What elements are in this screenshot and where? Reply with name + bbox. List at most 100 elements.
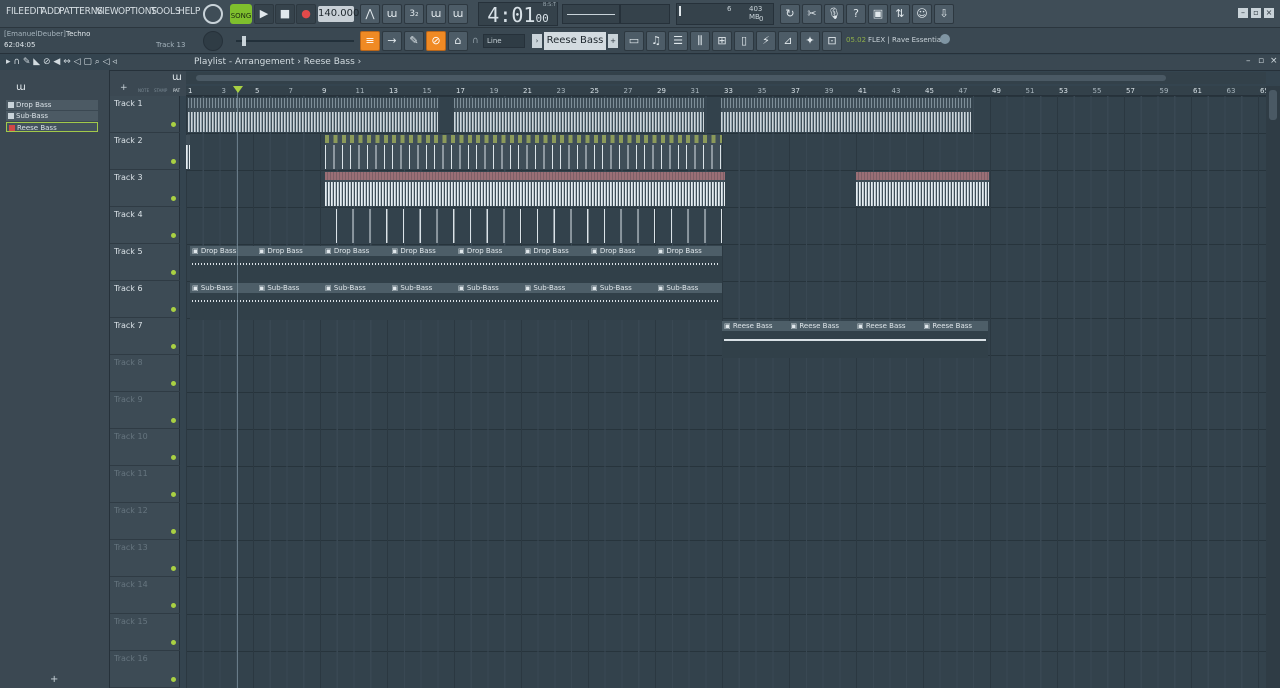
menu-tools[interactable]: TOOLS: [151, 6, 181, 17]
download-icon[interactable]: ⇩: [934, 4, 954, 24]
plugin-icon[interactable]: ⚡: [756, 31, 776, 51]
pattern-clip-drop-bass[interactable]: ▣ Drop Bass ▣ Drop Bass ▣ Drop Bass ▣ Drop …: [190, 246, 722, 283]
pattern-selector[interactable]: Reese Bass: [544, 32, 606, 50]
playlist-close-icon[interactable]: ×: [1270, 56, 1278, 66]
draw-tool-icon[interactable]: ✎: [404, 31, 424, 51]
tempo-tapper-icon[interactable]: ⊿: [778, 31, 798, 51]
piano-roll-icon[interactable]: ♫: [646, 31, 666, 51]
track-header[interactable]: Track 8: [110, 355, 180, 392]
stamp-icon[interactable]: ⌂: [448, 31, 468, 51]
minimize-icon[interactable]: –: [1238, 8, 1248, 18]
playlist-minimize-icon[interactable]: –: [1246, 56, 1251, 66]
mixer-icon[interactable]: ⫼: [690, 31, 710, 51]
track-mute-led[interactable]: [171, 566, 176, 571]
tab-pat[interactable]: PAT: [173, 88, 180, 93]
news-text[interactable]: FLEX | Rave Essentials: [868, 36, 947, 44]
song-mode-toggle[interactable]: SONG: [230, 4, 252, 24]
plugin-picker-icon[interactable]: ▯: [734, 31, 754, 51]
channel-rack-icon[interactable]: ☰: [668, 31, 688, 51]
metronome-icon[interactable]: ⋀: [360, 4, 380, 24]
tab-stamp[interactable]: STAMP: [154, 88, 167, 93]
add-track-icon[interactable]: +: [120, 83, 128, 93]
playhead[interactable]: [237, 86, 238, 688]
track-mute-led[interactable]: [171, 640, 176, 645]
save-icon[interactable]: ▣: [868, 4, 888, 24]
chat-icon[interactable]: ☺: [912, 4, 932, 24]
main-pitch-knob[interactable]: [203, 31, 223, 51]
track-mute-led[interactable]: [171, 196, 176, 201]
playlist-toolbar-icons[interactable]: ▸ ∩ ✎ ◣ ⊘ ◀ ⇔ ◁ ▢ ⌕ ◁ ◃: [6, 57, 117, 67]
track-header[interactable]: Track 9: [110, 392, 180, 429]
track-mute-led[interactable]: [171, 233, 176, 238]
play-button[interactable]: ▶: [254, 4, 274, 24]
wait-for-input-icon[interactable]: ɯ: [382, 4, 402, 24]
track-mute-led[interactable]: [171, 122, 176, 127]
picker-item-drop-bass[interactable]: Drop Bass: [6, 100, 98, 110]
track-header[interactable]: Track 5: [110, 244, 180, 281]
track-mute-led[interactable]: [171, 455, 176, 460]
track-mute-led[interactable]: [171, 159, 176, 164]
track-header[interactable]: Track 12: [110, 503, 180, 540]
menu-add[interactable]: ADD: [41, 6, 61, 17]
browser-icon[interactable]: ⊞: [712, 31, 732, 51]
horizontal-scrollbar[interactable]: [186, 72, 1266, 84]
audio-clip[interactable]: [721, 98, 971, 132]
track-header[interactable]: Track 13: [110, 540, 180, 577]
close-icon[interactable]: ×: [1264, 8, 1274, 18]
track-header[interactable]: Track 10: [110, 429, 180, 466]
playlist-window-icon[interactable]: ≡: [360, 31, 380, 51]
audio-clip[interactable]: [325, 172, 725, 206]
track-header[interactable]: Track 15: [110, 614, 180, 651]
playlist-maximize-icon[interactable]: ▫: [1258, 56, 1264, 66]
track-mute-led[interactable]: [171, 418, 176, 423]
track-mute-led[interactable]: [171, 492, 176, 497]
master-pitch-slider[interactable]: [236, 36, 354, 46]
menu-file[interactable]: FILE: [6, 6, 24, 17]
track-header[interactable]: Track 1: [110, 96, 180, 133]
stop-button[interactable]: ■: [275, 4, 295, 24]
track-mute-led[interactable]: [171, 603, 176, 608]
audio-clip[interactable]: [454, 98, 704, 132]
loop-record-icon[interactable]: ɯ: [448, 4, 468, 24]
pattern-mode-icon[interactable]: ɯ: [172, 72, 182, 83]
master-volume-knob[interactable]: [203, 4, 223, 24]
pattern-clip-sub-bass[interactable]: ▣ Sub-Bass ▣ Sub-Bass ▣ Sub-Bass ▣ Sub-Bass…: [190, 283, 722, 320]
menu-help[interactable]: HELP: [178, 6, 200, 17]
track-header[interactable]: Track 6: [110, 281, 180, 318]
track-header[interactable]: Track 4: [110, 207, 180, 244]
picker-item-reese-bass[interactable]: Reese Bass: [6, 122, 98, 132]
audio-clip[interactable]: [188, 98, 438, 132]
add-pattern-icon[interactable]: +: [50, 674, 58, 685]
audio-clip[interactable]: [186, 135, 190, 169]
wrench-icon[interactable]: ✦: [800, 31, 820, 51]
track-mute-led[interactable]: [171, 344, 176, 349]
playhead-marker-icon[interactable]: [233, 86, 243, 93]
track-mute-led[interactable]: [171, 307, 176, 312]
picker-item-sub-bass[interactable]: Sub-Bass: [6, 111, 98, 121]
menu-view[interactable]: VIEW: [96, 6, 119, 17]
track-header[interactable]: Track 16: [110, 651, 180, 688]
microphone-icon[interactable]: 🎙: [824, 4, 844, 24]
track-header[interactable]: Track 2: [110, 133, 180, 170]
help-icon[interactable]: ?: [846, 4, 866, 24]
track-mute-led[interactable]: [171, 270, 176, 275]
track-header[interactable]: Track 7: [110, 318, 180, 355]
tab-note[interactable]: NOTE: [138, 88, 149, 93]
track-header[interactable]: Track 14: [110, 577, 180, 614]
timeline-ruler[interactable]: 1 3 5 7 9 11 13 15 17 19 21 23 25 27 29 31 33 35 37 39 41 43 4…: [186, 86, 1269, 96]
audio-clip[interactable]: [336, 209, 722, 243]
undo-icon[interactable]: ↻: [780, 4, 800, 24]
cut-icon[interactable]: ✂: [802, 4, 822, 24]
snap-select[interactable]: Line: [483, 34, 525, 48]
track-header[interactable]: Track 3: [110, 170, 180, 207]
vertical-scrollbar[interactable]: [1266, 86, 1280, 688]
track-header[interactable]: Track 11: [110, 466, 180, 503]
track-mute-led[interactable]: [171, 529, 176, 534]
globe-icon[interactable]: [940, 34, 950, 44]
link-icon[interactable]: ⊘: [426, 31, 446, 51]
pattern-prev-icon[interactable]: ›: [532, 34, 542, 48]
pattern-picker-icon[interactable]: ɯ: [16, 82, 26, 93]
export-icon[interactable]: ⇅: [890, 4, 910, 24]
pattern-clip-reese-bass[interactable]: ▣ Reese Bass ▣ Reese Bass ▣ Reese Bass ▣ Re…: [722, 321, 988, 358]
countdown-icon[interactable]: 3₂: [404, 4, 424, 24]
